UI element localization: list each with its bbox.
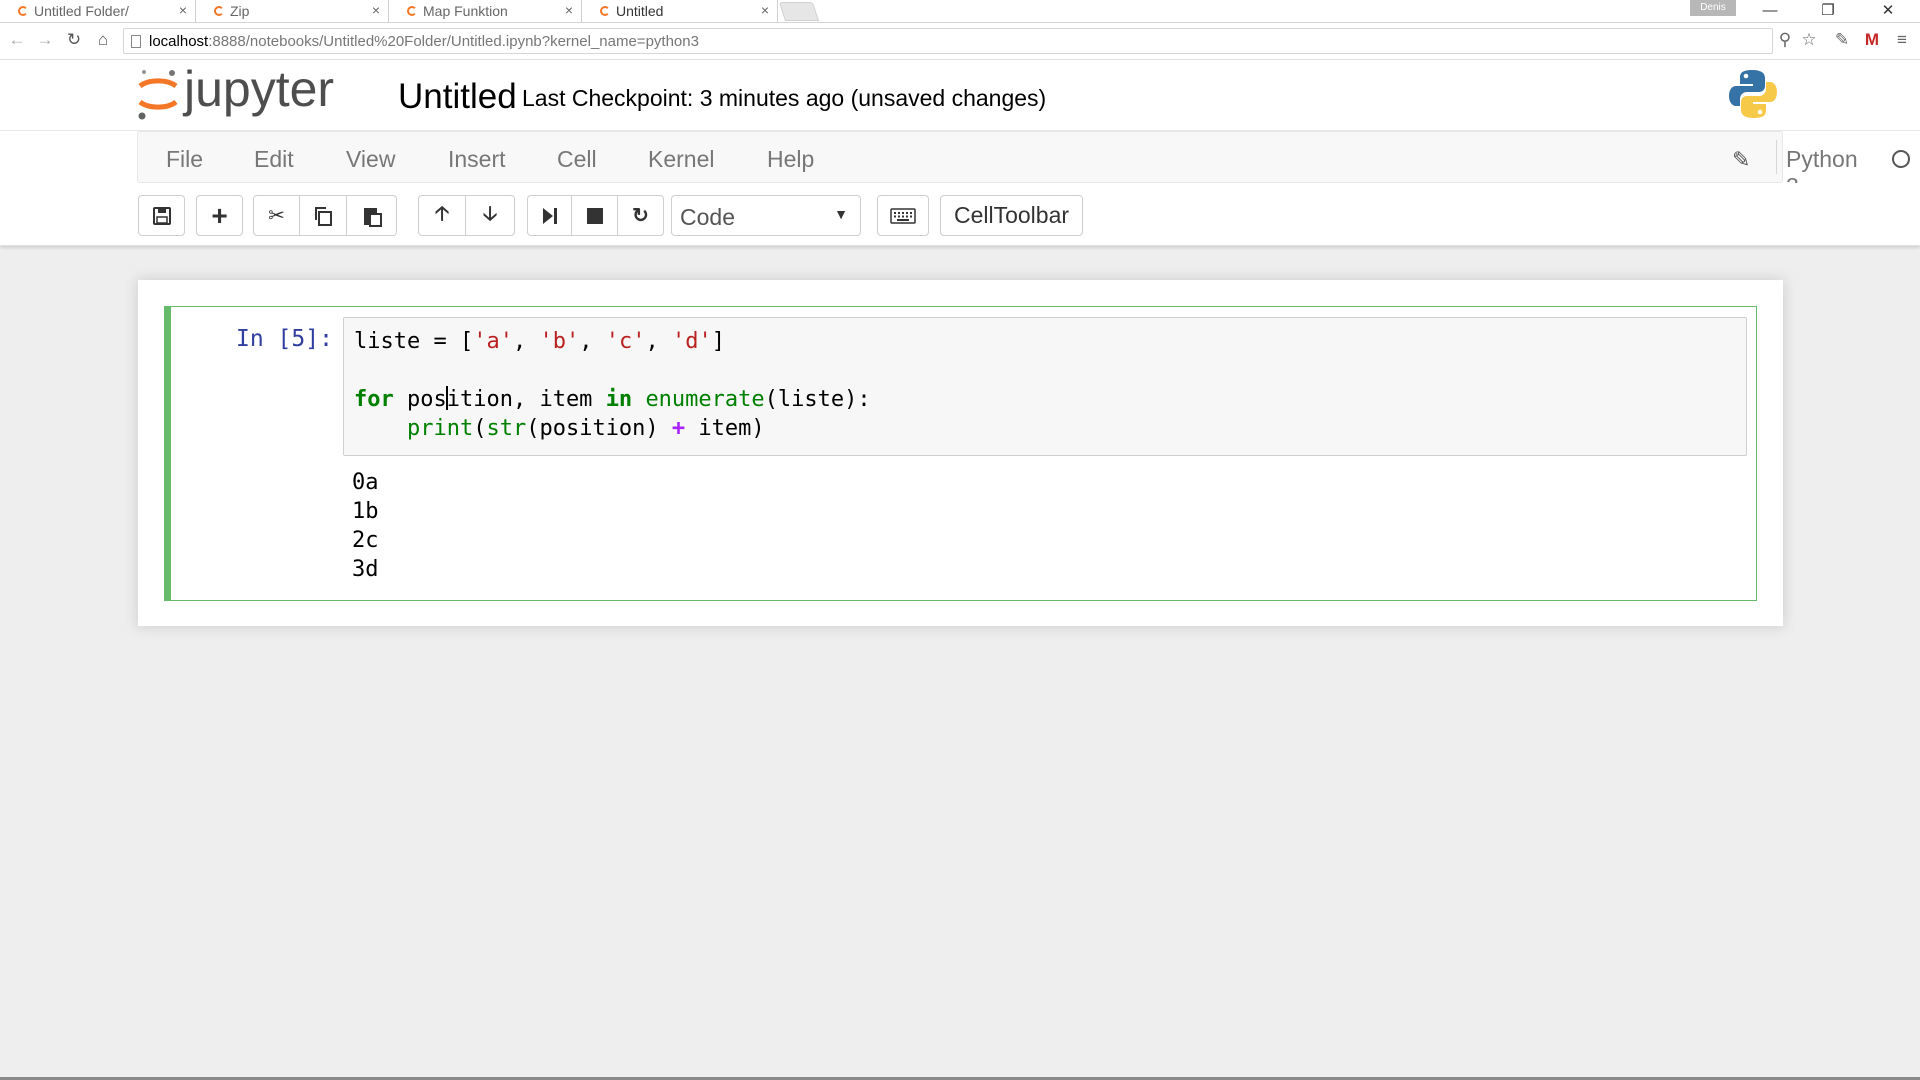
menu-insert[interactable]: Insert bbox=[448, 146, 506, 173]
tab-close-icon[interactable]: × bbox=[179, 2, 187, 18]
logo-moon-3 bbox=[142, 70, 146, 74]
browser-tab-untitled[interactable]: Untitled × bbox=[582, 0, 778, 22]
page-icon bbox=[131, 34, 141, 48]
move-down-button[interactable]: 🡣 bbox=[466, 195, 515, 236]
cell-source[interactable]: liste = ['a', 'b', 'c', 'd'] for positio… bbox=[354, 327, 871, 443]
jupyter-favicon-icon bbox=[407, 6, 417, 16]
menu-kernel[interactable]: Kernel bbox=[648, 146, 714, 173]
jupyter-favicon-icon bbox=[600, 6, 610, 16]
new-tab-button[interactable] bbox=[778, 2, 820, 21]
close-window-icon[interactable]: ✕ bbox=[1868, 0, 1908, 22]
input-prompt: In [5]: bbox=[236, 326, 333, 352]
cell-type-value: Code bbox=[680, 204, 735, 230]
cut-button[interactable]: ✂ bbox=[253, 195, 300, 236]
edit-mode-pencil-icon: ✎ bbox=[1732, 147, 1751, 172]
browser-tab-strip: Untitled Folder/ × Zip × Map Funktion × … bbox=[0, 0, 1920, 23]
celltoolbar-button[interactable]: CellToolbar bbox=[940, 195, 1083, 236]
python-logo-icon bbox=[1729, 70, 1777, 118]
keyboard-icon bbox=[890, 207, 916, 224]
kernel-idle-indicator-icon bbox=[1892, 150, 1910, 168]
browser-tab-map-funktion[interactable]: Map Funktion × bbox=[389, 0, 582, 22]
logo-arc-bottom bbox=[138, 99, 178, 110]
copy-button[interactable] bbox=[300, 195, 347, 236]
tab-label: Untitled bbox=[616, 3, 664, 19]
logo-moon-1 bbox=[169, 70, 175, 76]
extension-icon[interactable]: ✎ bbox=[1830, 29, 1854, 51]
restore-icon[interactable]: ❐ bbox=[1808, 0, 1848, 22]
stop-icon bbox=[586, 207, 603, 224]
run-button[interactable] bbox=[527, 195, 572, 236]
scissors-icon: ✂ bbox=[268, 205, 285, 227]
notebook-toolbar: + ✂ 🡡 🡣 ↻ Code ▼ CellToolbar bbox=[0, 183, 1920, 246]
output-line: 2c bbox=[352, 528, 379, 553]
checkpoint-status: Last Checkpoint: 3 minutes ago (unsaved … bbox=[522, 85, 1047, 111]
kernel-separator bbox=[1776, 140, 1777, 174]
menubar-container: File Edit View Insert Cell Kernel Help ✎… bbox=[137, 131, 1910, 199]
url-path: :8888/notebooks/Untitled%20Folder/Untitl… bbox=[208, 32, 699, 50]
paste-icon bbox=[363, 207, 382, 227]
menu-file[interactable]: File bbox=[166, 146, 203, 173]
tab-label: Zip bbox=[230, 3, 250, 19]
output-line: 0a bbox=[352, 470, 379, 495]
cell-type-select[interactable]: Code ▼ bbox=[671, 195, 861, 236]
command-palette-button[interactable] bbox=[877, 195, 929, 236]
chrome-menu-icon[interactable]: ≡ bbox=[1890, 29, 1914, 51]
bookmark-star-icon[interactable]: ☆ bbox=[1797, 29, 1821, 51]
minimize-icon[interactable]: — bbox=[1750, 0, 1790, 22]
jupyter-favicon-icon bbox=[18, 6, 28, 16]
tab-close-icon[interactable]: × bbox=[565, 2, 573, 18]
tab-close-icon[interactable]: × bbox=[761, 2, 769, 18]
menu-help[interactable]: Help bbox=[767, 146, 814, 173]
zoom-icon[interactable]: ⚲ bbox=[1773, 29, 1797, 51]
menu-edit[interactable]: Edit bbox=[254, 146, 294, 173]
jupyter-favicon-icon bbox=[214, 6, 224, 16]
arrow-down-icon: 🡣 bbox=[482, 202, 498, 225]
output-line: 1b bbox=[352, 499, 379, 524]
logo-moon-2 bbox=[138, 112, 146, 120]
save-icon bbox=[152, 206, 171, 225]
tab-close-icon[interactable]: × bbox=[372, 2, 380, 18]
forward-icon[interactable]: → bbox=[34, 29, 56, 51]
reload-icon[interactable]: ↻ bbox=[63, 29, 85, 51]
profile-badge[interactable]: Denis bbox=[1690, 0, 1736, 16]
menu-view[interactable]: View bbox=[346, 146, 395, 173]
tab-label: Untitled Folder/ bbox=[34, 3, 129, 19]
cell-output: 0a 1b 2c 3d bbox=[352, 468, 379, 584]
menu-cell[interactable]: Cell bbox=[557, 146, 597, 173]
browser-toolbar: ← → ↻ ⌂ localhost:8888/notebooks/Untitle… bbox=[0, 23, 1920, 60]
home-icon[interactable]: ⌂ bbox=[92, 29, 114, 51]
tab-label: Map Funktion bbox=[423, 3, 508, 19]
output-line: 3d bbox=[352, 557, 379, 582]
plus-icon: + bbox=[211, 199, 228, 231]
address-bar[interactable]: localhost:8888/notebooks/Untitled%20Fold… bbox=[123, 28, 1773, 54]
notebook-title[interactable]: Untitled bbox=[398, 77, 517, 117]
step-forward-icon bbox=[542, 207, 557, 224]
restart-kernel-button[interactable]: ↻ bbox=[618, 195, 664, 236]
menubar: File Edit View Insert Cell Kernel Help ✎… bbox=[0, 131, 1920, 199]
browser-tab-zip[interactable]: Zip × bbox=[196, 0, 389, 22]
logo-text: jupyter bbox=[182, 64, 334, 117]
browser-tab-untitled-folder[interactable]: Untitled Folder/ × bbox=[0, 0, 196, 22]
restart-icon: ↻ bbox=[632, 205, 649, 227]
text-cursor bbox=[445, 386, 448, 410]
arrow-up-icon: 🡡 bbox=[434, 202, 450, 225]
chevron-down-icon: ▼ bbox=[834, 206, 848, 222]
paste-button[interactable] bbox=[347, 195, 397, 236]
logo-arc-top bbox=[138, 78, 178, 89]
move-up-button[interactable]: 🡡 bbox=[418, 195, 466, 236]
url-host: localhost bbox=[149, 32, 209, 50]
save-button[interactable] bbox=[138, 195, 185, 236]
gmail-icon[interactable]: M bbox=[1860, 29, 1884, 51]
jupyter-logo[interactable]: jupyter bbox=[136, 64, 396, 124]
copy-icon bbox=[315, 206, 332, 226]
insert-cell-button[interactable]: + bbox=[196, 195, 243, 236]
interrupt-button[interactable] bbox=[572, 195, 618, 236]
back-icon[interactable]: ← bbox=[6, 29, 28, 51]
